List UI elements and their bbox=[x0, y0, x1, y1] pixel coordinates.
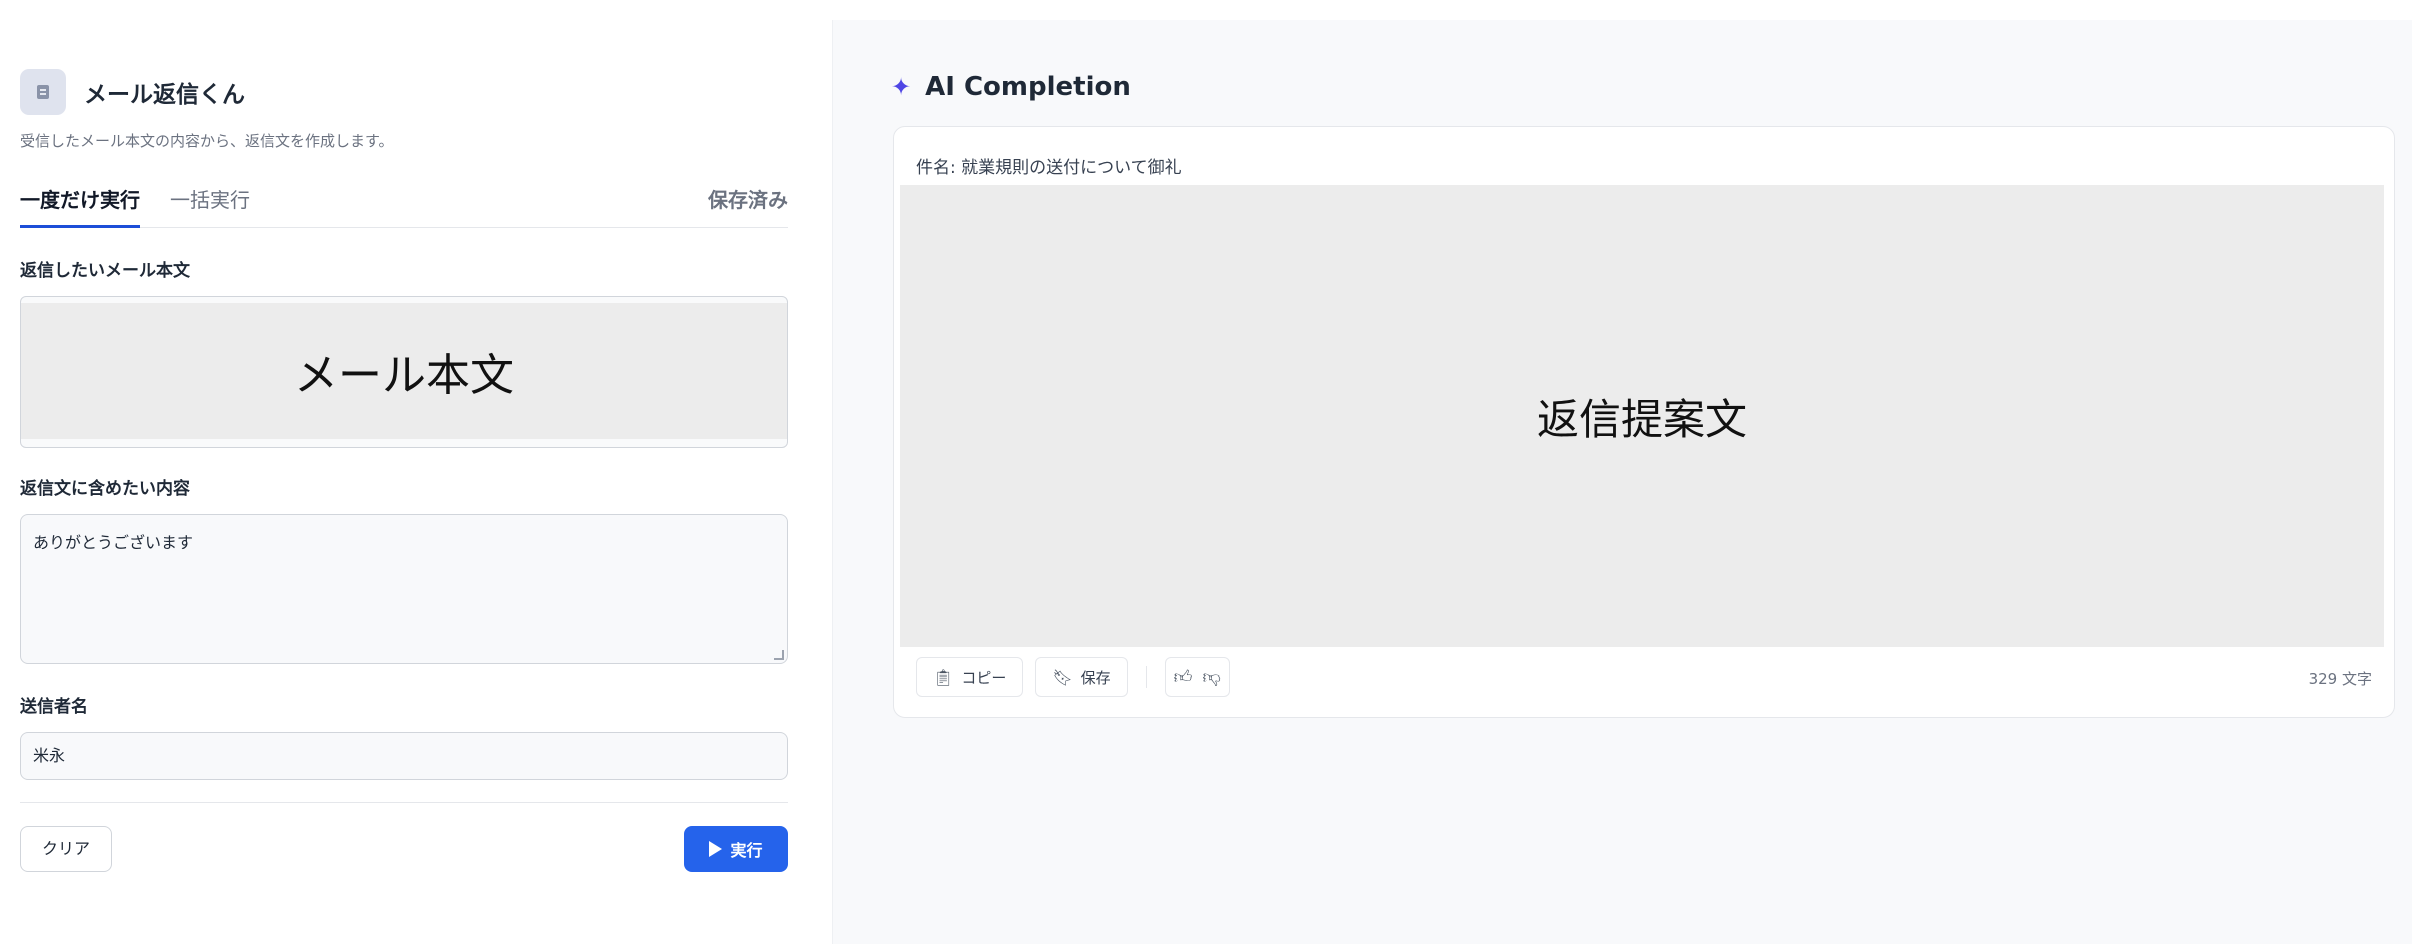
character-count: 329 文字 bbox=[2308, 670, 2372, 688]
completion-header: ✦ AI Completion bbox=[891, 70, 1131, 104]
mail-body-label: 返信したいメール本文 bbox=[20, 261, 190, 281]
completion-title: AI Completion bbox=[925, 72, 1131, 102]
reply-text-area: 返信提案文 bbox=[900, 185, 2384, 647]
thumbs-down-icon[interactable]: 👎︎ bbox=[1202, 666, 1220, 688]
feedback-buttons: 👍︎ 👎︎ bbox=[1164, 657, 1230, 697]
tab-batch-run[interactable]: 一括実行 bbox=[170, 182, 250, 228]
app-description: 受信したメール本文の内容から、返信文を作成します。 bbox=[20, 132, 394, 150]
app-header: メール返信くん bbox=[20, 68, 245, 116]
copy-button-label: コピー bbox=[961, 668, 1007, 687]
run-button-label: 実行 bbox=[730, 841, 763, 860]
copy-button[interactable]: 📋︎ コピー bbox=[916, 657, 1024, 697]
tab-bar: 一度だけ実行 一括実行 保存済み bbox=[20, 182, 788, 228]
play-icon bbox=[709, 841, 723, 857]
reply-subject: 件名: 就業規則の送付について御礼 bbox=[916, 158, 1182, 178]
document-icon bbox=[20, 69, 66, 115]
thumbs-up-icon[interactable]: 👍︎ bbox=[1174, 666, 1193, 688]
app-title: メール返信くん bbox=[84, 82, 245, 108]
sender-name-input[interactable]: 米永 bbox=[20, 732, 788, 780]
app-root: メール返信くん 受信したメール本文の内容から、返信文を作成します。 一度だけ実行… bbox=[0, 0, 2412, 944]
mail-body-placeholder: メール本文 bbox=[21, 303, 787, 439]
tab-saved[interactable]: 保存済み bbox=[708, 182, 788, 228]
sender-name-label: 送信者名 bbox=[20, 697, 88, 717]
include-content-label: 返信文に含めたい内容 bbox=[20, 479, 190, 499]
clear-button[interactable]: クリア bbox=[20, 826, 112, 872]
clipboard-icon: 📋︎ bbox=[933, 667, 954, 687]
run-button[interactable]: 実行 bbox=[684, 826, 788, 872]
bookmark-icon: 🔖︎ bbox=[1052, 667, 1073, 687]
save-button-label: 保存 bbox=[1080, 668, 1111, 687]
sparkle-icon: ✦ bbox=[891, 73, 912, 101]
sender-name-value: 米永 bbox=[33, 746, 66, 765]
divider bbox=[20, 802, 788, 803]
input-panel: メール返信くん 受信したメール本文の内容から、返信文を作成します。 一度だけ実行… bbox=[0, 20, 832, 944]
tab-run-once[interactable]: 一度だけ実行 bbox=[20, 182, 140, 228]
resize-handle[interactable] bbox=[774, 650, 784, 660]
mail-body-field[interactable]: メール本文 bbox=[20, 296, 788, 448]
action-separator bbox=[1145, 666, 1147, 688]
include-content-value: ありがとうございます bbox=[33, 533, 194, 552]
reply-placeholder: 返信提案文 bbox=[1536, 394, 1747, 444]
completion-panel: ✦ AI Completion 件名: 就業規則の送付について御礼 返信提案文 … bbox=[832, 20, 2412, 944]
completion-card: 件名: 就業規則の送付について御礼 返信提案文 📋︎ コピー 🔖︎ 保存 👍︎ … bbox=[893, 126, 2395, 718]
include-content-textarea[interactable]: ありがとうございます bbox=[20, 514, 788, 664]
save-button[interactable]: 🔖︎ 保存 bbox=[1035, 657, 1128, 697]
completion-actions: 📋︎ コピー 🔖︎ 保存 👍︎ 👎︎ bbox=[916, 657, 1230, 697]
